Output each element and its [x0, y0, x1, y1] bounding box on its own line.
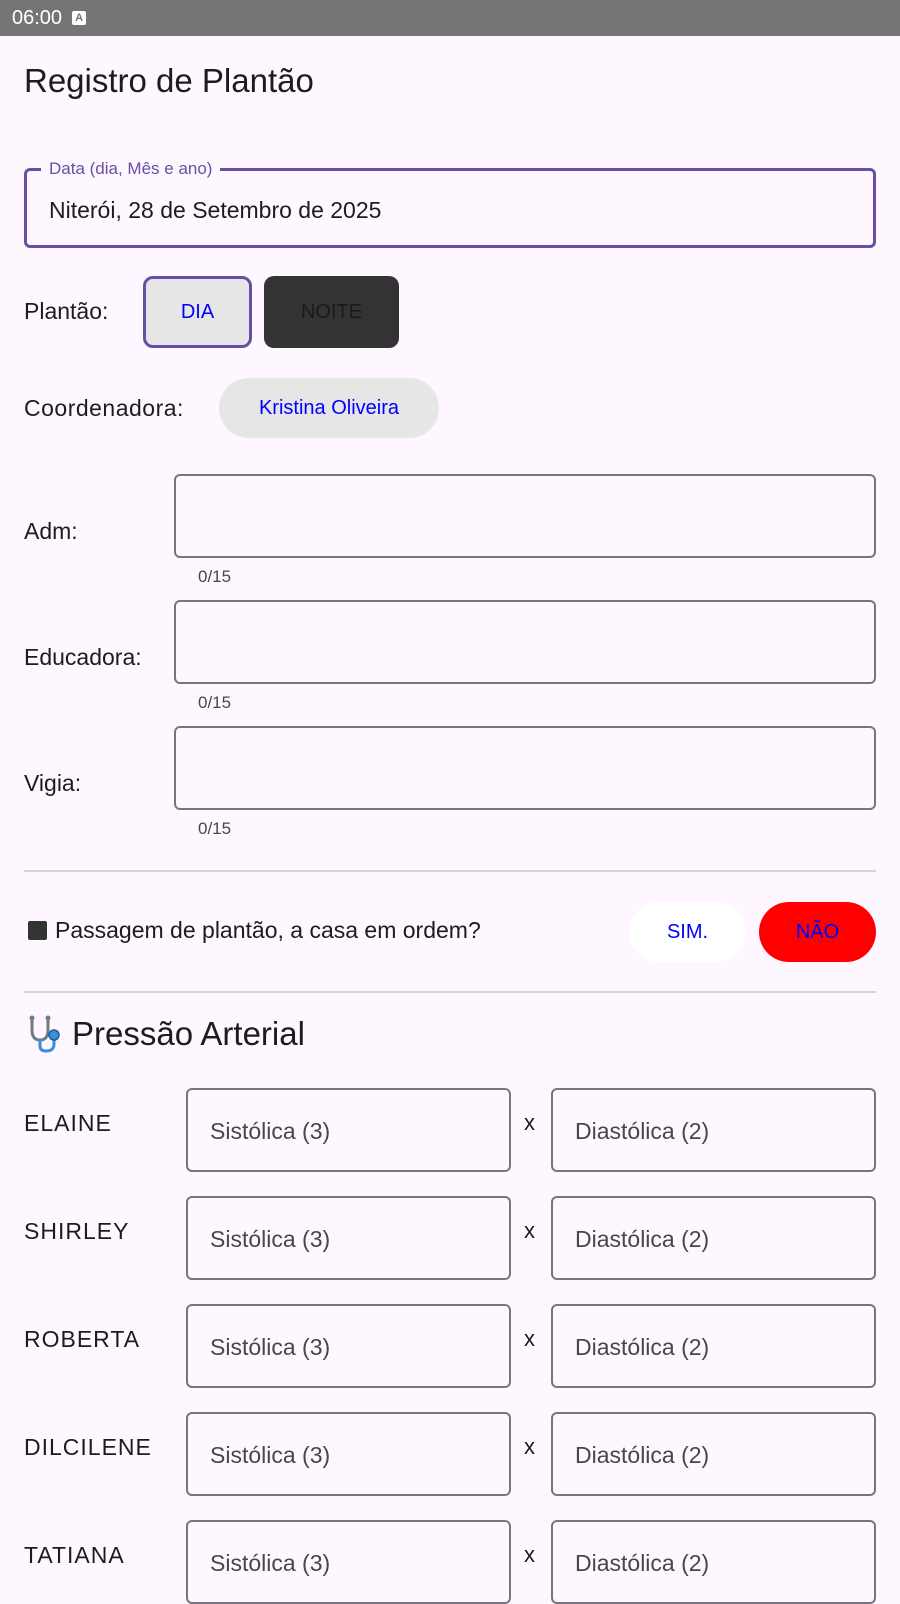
diastolic-placeholder: Diastólica (2): [575, 1334, 710, 1360]
passagem-question: Passagem de plantão, a casa em ordem?: [28, 917, 481, 944]
black-square-icon: [28, 921, 47, 940]
systolic-field[interactable]: Sistólica (3): [186, 1088, 511, 1172]
status-time: 06:00: [12, 6, 63, 29]
diastolic-field[interactable]: Diastólica (2): [551, 1088, 876, 1172]
bp-separator: x: [524, 1326, 535, 1351]
vigia-label: Vigia:: [24, 770, 82, 796]
bp-separator: x: [524, 1434, 535, 1459]
night-shift-button[interactable]: NOITE: [264, 276, 399, 348]
day-shift-button[interactable]: DIA: [143, 276, 252, 348]
bp-separator: x: [524, 1110, 535, 1135]
diastolic-field[interactable]: Diastólica (2): [551, 1520, 876, 1604]
date-field-value: Niterói, 28 de Setembro de 2025: [49, 197, 382, 223]
yes-button[interactable]: SIM.: [629, 902, 746, 962]
stethoscope-icon: [29, 1015, 60, 1053]
page-title: Registro de Plantão: [24, 62, 314, 99]
educadora-counter: 0/15: [198, 693, 232, 712]
no-button[interactable]: NÃO: [759, 902, 876, 962]
divider: [24, 991, 876, 993]
diastolic-field[interactable]: Diastólica (2): [551, 1196, 876, 1280]
pressao-title-text: Pressão Arterial: [72, 1015, 305, 1052]
vigia-field[interactable]: [174, 726, 876, 810]
systolic-placeholder: Sistólica (3): [210, 1118, 331, 1144]
patient-name: SHIRLEY: [24, 1218, 130, 1244]
systolic-placeholder: Sistólica (3): [210, 1226, 331, 1252]
divider: [24, 870, 876, 872]
patient-name: ROBERTA: [24, 1326, 141, 1352]
systolic-placeholder: Sistólica (3): [210, 1550, 331, 1576]
date-field[interactable]: Data (dia, Mês e ano) Niterói, 28 de Set…: [24, 159, 876, 248]
diastolic-field[interactable]: Diastólica (2): [551, 1412, 876, 1496]
adm-field[interactable]: [174, 474, 876, 558]
diastolic-placeholder: Diastólica (2): [575, 1442, 710, 1468]
date-field-label: Data (dia, Mês e ano): [41, 159, 221, 179]
adm-counter: 0/15: [198, 567, 232, 586]
notification-icon: A: [72, 11, 87, 25]
systolic-placeholder: Sistólica (3): [210, 1334, 331, 1360]
systolic-field[interactable]: Sistólica (3): [186, 1412, 511, 1496]
diastolic-placeholder: Diastólica (2): [575, 1226, 710, 1252]
coordenadora-label: Coordenadora:: [24, 395, 184, 421]
diastolic-placeholder: Diastólica (2): [575, 1118, 710, 1144]
educadora-field[interactable]: [174, 600, 876, 684]
bp-separator: x: [524, 1542, 535, 1567]
status-bar: 06:00 A: [0, 0, 900, 36]
diastolic-field[interactable]: Diastólica (2): [551, 1304, 876, 1388]
vigia-counter: 0/15: [198, 819, 232, 838]
systolic-placeholder: Sistólica (3): [210, 1442, 331, 1468]
plantao-label: Plantão:: [24, 298, 109, 324]
patient-name: DILCILENE: [24, 1434, 152, 1460]
diastolic-placeholder: Diastólica (2): [575, 1550, 710, 1576]
coordenadora-chip[interactable]: Kristina Oliveira: [219, 378, 439, 438]
bp-separator: x: [524, 1218, 535, 1243]
passagem-question-text: Passagem de plantão, a casa em ordem?: [55, 917, 481, 943]
systolic-field[interactable]: Sistólica (3): [186, 1304, 511, 1388]
systolic-field[interactable]: Sistólica (3): [186, 1196, 511, 1280]
pressao-section-title: Pressão Arterial: [24, 1014, 305, 1054]
patient-name: TATIANA: [24, 1542, 125, 1568]
educadora-label: Educadora:: [24, 644, 142, 670]
systolic-field[interactable]: Sistólica (3): [186, 1520, 511, 1604]
adm-label: Adm:: [24, 518, 78, 544]
patient-name: ELAINE: [24, 1110, 112, 1136]
